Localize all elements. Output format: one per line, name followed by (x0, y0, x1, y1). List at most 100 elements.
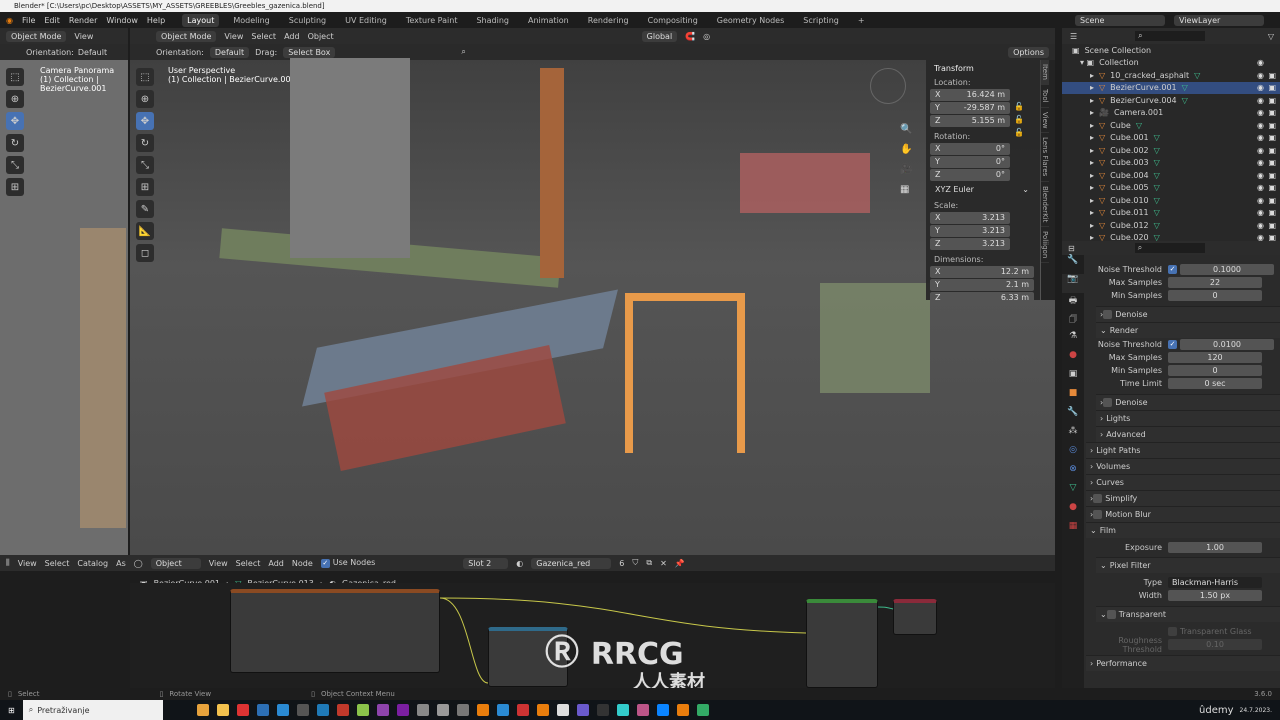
menu-render[interactable]: Render (69, 16, 97, 25)
motion-blur-panel[interactable]: › Motion Blur (1086, 506, 1280, 522)
render-min-samples-field[interactable]: 0 (1168, 365, 1262, 376)
render-camera-icon[interactable]: ▣ (1268, 83, 1276, 92)
transform-orientation-dropdown[interactable]: Global (641, 30, 678, 42)
outliner-item[interactable]: ▸ ▽ Cube.012 ▽ ◉ ▣ (1062, 219, 1280, 232)
expand-arrow-icon[interactable]: ▸ (1090, 196, 1094, 205)
lock-icon[interactable]: 🔓 (1014, 128, 1024, 137)
tab-texture-paint[interactable]: Texture Paint (401, 14, 463, 27)
scale-z[interactable]: Z 3.213 (930, 238, 1010, 250)
taskbar-app-icon[interactable] (516, 704, 529, 716)
outliner-item[interactable]: ▸ 🎥 Camera.001 ◉ ▣ (1062, 107, 1280, 120)
outliner-item[interactable]: ▸ ▽ BezierCurve.001 ▽ ◉ ▣ (1062, 81, 1280, 94)
render-camera-icon[interactable]: ▣ (1268, 96, 1276, 105)
rotation-mode-dropdown[interactable]: XYZ Euler ⌄ (930, 184, 1034, 196)
tab-sculpting[interactable]: Sculpting (284, 14, 331, 27)
eye-icon[interactable]: ◉ (1257, 158, 1264, 167)
tab-view[interactable]: View (1041, 108, 1049, 134)
blender-logo-icon[interactable]: ◉ (6, 16, 13, 25)
particles-tab-icon[interactable]: ⁂ (1062, 426, 1084, 445)
filter-type-dropdown[interactable]: Blackman-Harris (1168, 577, 1262, 588)
collection-tab-icon[interactable]: ▣ (1062, 369, 1084, 388)
render-camera-icon[interactable]: ▣ (1268, 171, 1276, 180)
orientation-dropdown[interactable]: Default (78, 48, 107, 57)
menu-window[interactable]: Window (106, 16, 138, 25)
taskbar-app-icon[interactable] (396, 704, 409, 716)
taskbar-app-icon[interactable] (636, 704, 649, 716)
tool-tab-icon[interactable]: 🔧 (1062, 255, 1084, 274)
outliner-item[interactable]: ▸ ▽ Cube.001 ▽ ◉ ▣ (1062, 132, 1280, 145)
tab-lens-flares[interactable]: Lens Flares (1041, 133, 1049, 182)
taskbar-app-icon[interactable] (276, 704, 289, 716)
menu-catalog[interactable]: Catalog (77, 559, 108, 568)
lights-panel[interactable]: › Lights (1096, 410, 1280, 426)
taskbar-app-icon[interactable] (376, 704, 389, 716)
location-z[interactable]: Z 5.155 m (930, 115, 1010, 127)
move-tool-icon[interactable]: ✥ (136, 112, 154, 130)
menu-view[interactable]: View (18, 559, 37, 568)
cursor-tool-icon[interactable]: ⊕ (136, 90, 154, 108)
taskbar-search[interactable]: ⌕ Pretraživanje (22, 700, 163, 720)
pin-icon[interactable]: 📌 (675, 559, 685, 568)
annotate-tool-icon[interactable]: ✎ (136, 200, 154, 218)
pixel-filter-panel[interactable]: ⌄ Pixel Filter (1096, 557, 1280, 573)
node-menu-add[interactable]: Add (268, 559, 284, 568)
search-icon[interactable]: ⌕ (1134, 243, 1205, 253)
camera-view-icon[interactable]: 🎥 (900, 160, 912, 180)
eye-icon[interactable]: ◉ (1257, 71, 1264, 80)
dimension-y[interactable]: Y 2.1 m (930, 279, 1034, 291)
material-name-field[interactable]: Gazenica_red (531, 557, 612, 569)
tab-item[interactable]: Item (1041, 60, 1049, 85)
pan-hand-icon[interactable]: ✋ (900, 140, 912, 160)
menu-select[interactable]: Select (251, 32, 276, 41)
duplicate-icon[interactable]: ⧉ (646, 558, 652, 568)
eye-icon[interactable]: ◉ (1257, 58, 1264, 67)
zoom-icon[interactable]: 🔍 (900, 120, 912, 140)
taskbar-app-icon[interactable] (256, 704, 269, 716)
node-menu-view[interactable]: View (209, 559, 228, 568)
exposure-field[interactable]: 1.00 (1168, 542, 1262, 553)
roughness-threshold-field[interactable]: 0.10 (1168, 639, 1262, 650)
taskbar-app-icon[interactable] (476, 704, 489, 716)
taskbar-app-icon[interactable] (696, 704, 709, 716)
fake-user-icon[interactable]: ⛉ (632, 558, 638, 568)
expand-arrow-icon[interactable]: ▸ (1090, 208, 1094, 217)
menu-file[interactable]: File (22, 16, 35, 25)
render-camera-icon[interactable]: ▣ (1268, 208, 1276, 217)
render-camera-icon[interactable]: ▣ (1268, 121, 1276, 130)
scale-tool-icon[interactable]: ⤡ (6, 156, 24, 174)
expand-arrow-icon[interactable]: ▸ (1090, 71, 1094, 80)
performance-panel[interactable]: › Performance (1086, 655, 1280, 671)
transparent-panel[interactable]: ⌄ Transparent (1096, 606, 1280, 622)
render-subpanel[interactable]: ⌄ Render (1096, 322, 1280, 338)
tab-rendering[interactable]: Rendering (583, 14, 634, 27)
orientation-dropdown[interactable]: Default (209, 46, 250, 58)
windows-start-icon[interactable]: ⊞ (8, 706, 15, 715)
view-menu[interactable]: View (74, 32, 93, 41)
grid-icon[interactable]: ▦ (900, 180, 912, 200)
scale-x[interactable]: X 3.213 (930, 212, 1010, 224)
physics-tab-icon[interactable]: ◎ (1062, 445, 1084, 464)
transparent-glass-checkbox[interactable]: Transparent Glass (1180, 627, 1252, 636)
object-dropdown[interactable]: Object (150, 557, 201, 569)
collection-row[interactable]: ▾ ▣ Collection ◉ (1062, 57, 1280, 70)
filter-icon[interactable]: ▽ (1268, 32, 1274, 41)
render-camera-icon[interactable]: ▣ (1268, 196, 1276, 205)
render-camera-icon[interactable]: ▣ (1268, 183, 1276, 192)
outliner-item[interactable]: ▸ ▽ BezierCurve.004 ▽ ◉ ▣ (1062, 94, 1280, 107)
eye-icon[interactable]: ◉ (1257, 133, 1264, 142)
scale-y[interactable]: Y 3.213 (930, 225, 1010, 237)
user-count[interactable]: 6 (619, 559, 624, 568)
eye-icon[interactable]: ◉ (1257, 208, 1264, 217)
render-camera-icon[interactable]: ▣ (1268, 108, 1276, 117)
expand-arrow-icon[interactable]: ▸ (1090, 221, 1094, 230)
tab-compositing[interactable]: Compositing (643, 14, 703, 27)
eye-icon[interactable]: ◉ (1257, 196, 1264, 205)
snap-icon[interactable]: 🧲 (685, 32, 695, 41)
menu-help[interactable]: Help (147, 16, 165, 25)
viewport-denoise-panel[interactable]: › Denoise (1096, 306, 1280, 322)
use-nodes-checkbox[interactable]: ✓ Use Nodes (320, 558, 375, 568)
menu-object[interactable]: Object (308, 32, 334, 41)
taskbar-app-icon[interactable] (236, 704, 249, 716)
search-icon[interactable]: ⌕ (1135, 31, 1206, 41)
light-paths-panel[interactable]: › Light Paths (1086, 442, 1280, 458)
